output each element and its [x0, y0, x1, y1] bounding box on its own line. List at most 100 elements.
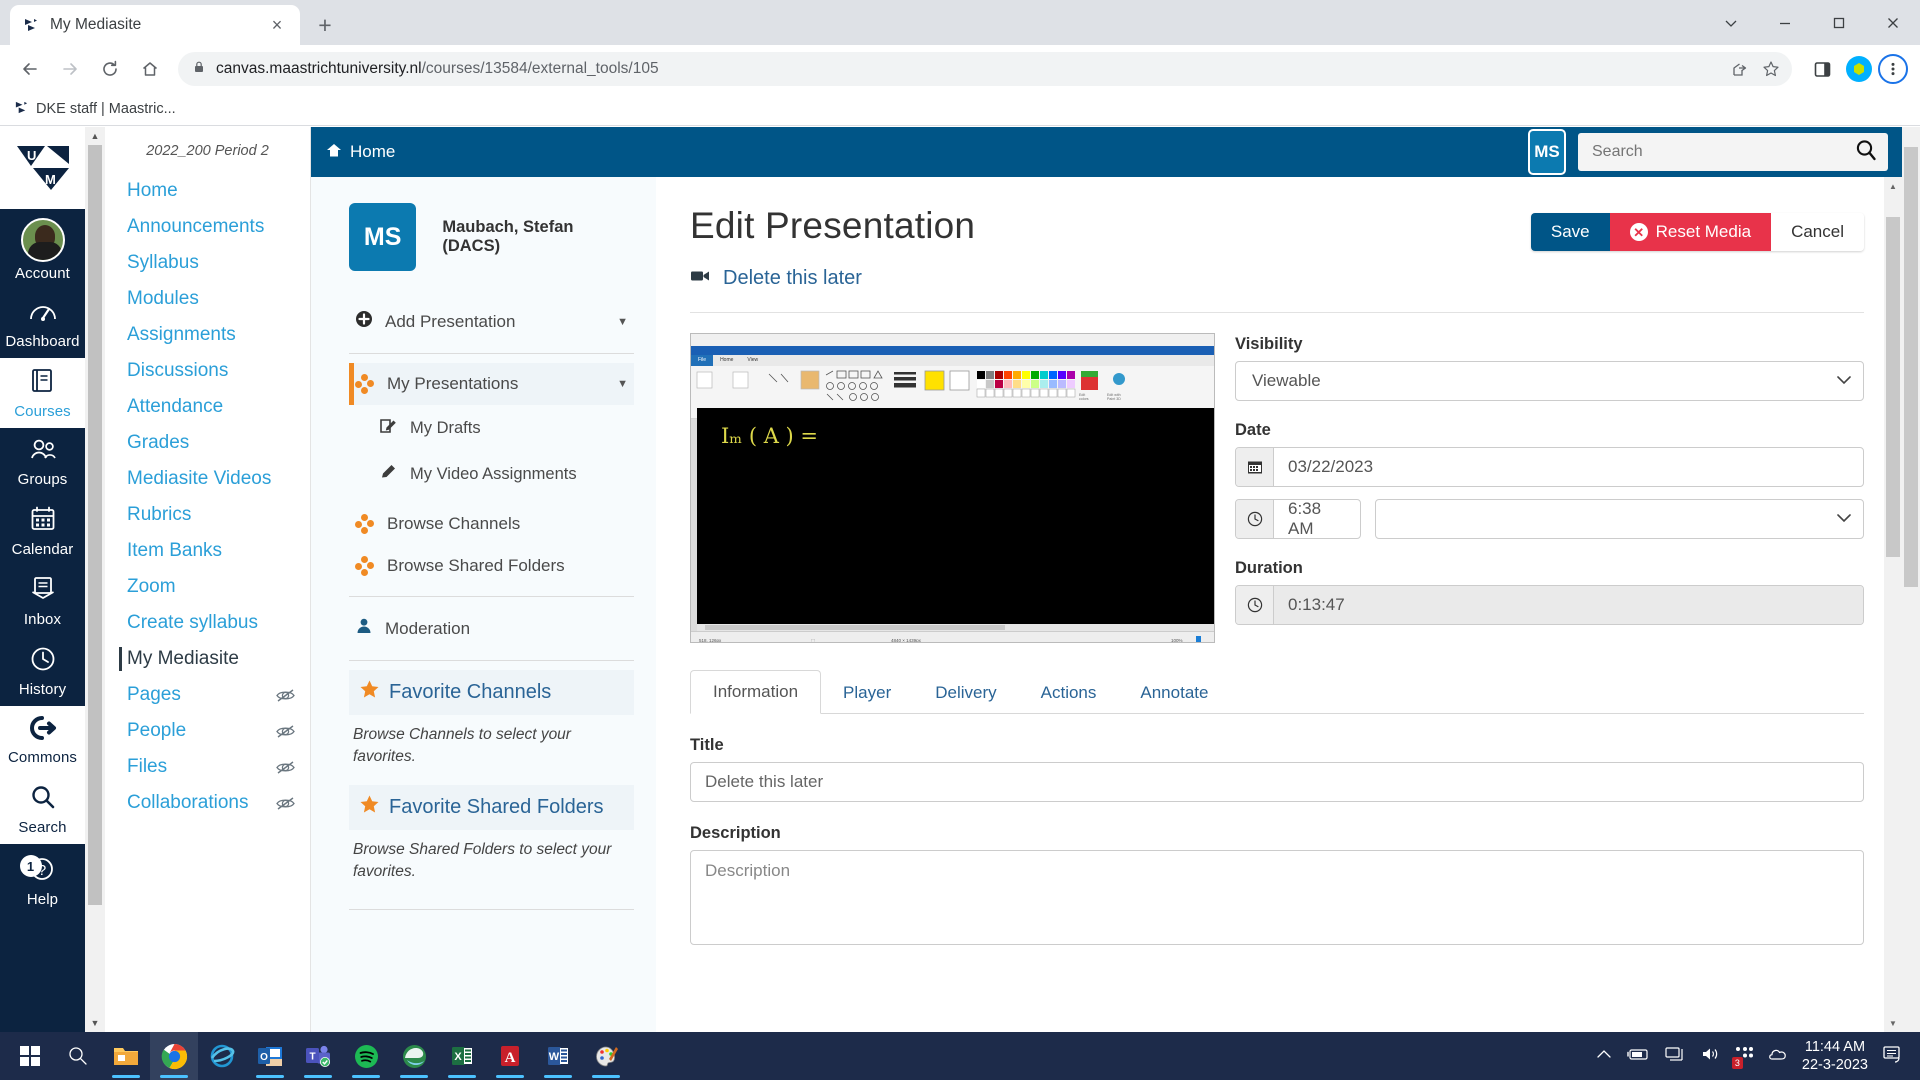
- address-bar[interactable]: canvas.maastrichtuniversity.nl/courses/1…: [178, 52, 1792, 86]
- scrollbar-track[interactable]: [85, 145, 105, 1014]
- reload-icon[interactable]: [92, 51, 128, 87]
- sidebar-item-zoom[interactable]: Zoom: [105, 569, 310, 605]
- new-tab-button[interactable]: +: [308, 8, 342, 42]
- scrollbar-thumb[interactable]: [88, 145, 102, 905]
- sidebar-item-my-drafts[interactable]: My Drafts: [349, 405, 634, 451]
- word-icon[interactable]: W: [534, 1032, 582, 1080]
- sidebar-item-history[interactable]: History: [0, 636, 85, 706]
- mediasite-search[interactable]: [1578, 133, 1888, 171]
- sidebar-item-announcements[interactable]: Announcements: [105, 209, 310, 245]
- calendar-icon[interactable]: [1236, 448, 1274, 486]
- minimize-icon[interactable]: [1758, 0, 1812, 45]
- sidebar-item-mediasite-videos[interactable]: Mediasite Videos: [105, 461, 310, 497]
- reset-media-button[interactable]: ✕ Reset Media: [1609, 213, 1772, 251]
- search-icon[interactable]: [1854, 138, 1878, 167]
- sidebar-item-item-banks[interactable]: Item Banks: [105, 533, 310, 569]
- maximize-icon[interactable]: [1812, 0, 1866, 45]
- sidebar-item-create-syllabus[interactable]: Create syllabus: [105, 605, 310, 641]
- sidebar-item-home[interactable]: Home: [105, 173, 310, 209]
- share-icon[interactable]: [1724, 54, 1754, 84]
- sidebar-item-my-mediasite[interactable]: My Mediasite: [105, 641, 310, 677]
- home-icon[interactable]: [132, 51, 168, 87]
- search-icon[interactable]: [54, 1032, 102, 1080]
- teams-tray-icon[interactable]: 3: [1731, 1046, 1754, 1069]
- edge-icon[interactable]: [390, 1032, 438, 1080]
- chevron-down-icon[interactable]: ▼: [617, 378, 628, 390]
- sidebar-item-modules[interactable]: Modules: [105, 281, 310, 317]
- windows-start-icon[interactable]: [6, 1032, 54, 1080]
- title-input[interactable]: Delete this later: [690, 762, 1864, 802]
- mediasite-user-avatar[interactable]: MS: [1528, 129, 1566, 175]
- sidebar-item-attendance[interactable]: Attendance: [105, 389, 310, 425]
- visibility-select[interactable]: Viewable: [1235, 361, 1864, 401]
- forward-icon[interactable]: [52, 51, 88, 87]
- scroll-down-icon[interactable]: ▼: [1884, 1014, 1902, 1032]
- cancel-button[interactable]: Cancel: [1771, 213, 1864, 251]
- scroll-up-icon[interactable]: ▲: [85, 127, 105, 145]
- um-logo[interactable]: U M: [0, 127, 85, 209]
- sidebar-item-people[interactable]: People: [105, 713, 310, 749]
- sidebar-item-my-presentations[interactable]: My Presentations ▼: [349, 363, 634, 405]
- scroll-up-icon[interactable]: ▲: [1884, 177, 1902, 195]
- presentation-thumbnail[interactable]: File Home View Edit colors Edit with Pai…: [690, 333, 1215, 643]
- sidebar-item-my-video-assignments[interactable]: My Video Assignments: [349, 451, 634, 497]
- taskbar-clock[interactable]: 11:44 AM 22-3-2023: [1802, 1038, 1868, 1074]
- sidebar-item-grades[interactable]: Grades: [105, 425, 310, 461]
- spotify-icon[interactable]: [342, 1032, 390, 1080]
- close-icon[interactable]: [1866, 0, 1920, 45]
- mediasite-scrollbar[interactable]: ▲ ▼: [1884, 177, 1902, 1032]
- sidebar-item-account[interactable]: Account: [0, 209, 85, 290]
- tab-information[interactable]: Information: [690, 670, 822, 714]
- date-value[interactable]: 03/22/2023: [1274, 448, 1863, 486]
- presentation-link[interactable]: Delete this later: [690, 267, 1864, 290]
- sidebar-item-dashboard[interactable]: Dashboard: [0, 290, 85, 358]
- page-scrollbar[interactable]: [1902, 127, 1920, 1032]
- sidebar-item-inbox[interactable]: Inbox: [0, 566, 85, 636]
- favorite-channels-header[interactable]: Favorite Channels: [349, 670, 634, 715]
- battery-charging-icon[interactable]: [1626, 1047, 1650, 1066]
- tab-annotate[interactable]: Annotate: [1118, 672, 1230, 714]
- sidebar-item-pages[interactable]: Pages: [105, 677, 310, 713]
- sidebar-item-courses[interactable]: Courses: [0, 358, 85, 428]
- bookmark-item[interactable]: DKE staff | Maastric...: [14, 100, 176, 119]
- side-panel-icon[interactable]: [1804, 51, 1840, 87]
- adobe-acrobat-icon[interactable]: A: [486, 1032, 534, 1080]
- mediasite-home-link[interactable]: Home: [325, 141, 395, 164]
- profile-avatar[interactable]: [1846, 56, 1872, 82]
- sidebar-item-collaborations[interactable]: Collaborations: [105, 785, 310, 821]
- outlook-icon[interactable]: O: [246, 1032, 294, 1080]
- tab-delivery[interactable]: Delivery: [913, 672, 1018, 714]
- favorite-shared-folders-header[interactable]: Favorite Shared Folders: [349, 784, 634, 830]
- search-input[interactable]: [1592, 143, 1854, 161]
- onedrive-icon[interactable]: [1768, 1046, 1788, 1067]
- clock-icon[interactable]: [1236, 500, 1274, 538]
- time-input-group[interactable]: 6:38 AM: [1235, 499, 1361, 539]
- course-nav-scrollbar[interactable]: ▲ ▼: [85, 127, 105, 1032]
- save-button[interactable]: Save: [1530, 213, 1610, 251]
- sidebar-item-rubrics[interactable]: Rubrics: [105, 497, 310, 533]
- date-input-group[interactable]: 03/22/2023: [1235, 447, 1864, 487]
- excel-icon[interactable]: X: [438, 1032, 486, 1080]
- sidebar-item-moderation[interactable]: Moderation: [349, 606, 634, 651]
- description-textarea[interactable]: Description: [690, 850, 1864, 945]
- time-value[interactable]: 6:38 AM: [1274, 500, 1360, 538]
- sidebar-item-discussions[interactable]: Discussions: [105, 353, 310, 389]
- sidebar-item-search[interactable]: Search: [0, 774, 85, 844]
- three-dots-icon[interactable]: [1878, 54, 1908, 84]
- chevron-down-icon[interactable]: [1704, 0, 1758, 45]
- sidebar-item-syllabus[interactable]: Syllabus: [105, 245, 310, 281]
- sidebar-item-calendar[interactable]: Calendar: [0, 496, 85, 566]
- back-icon[interactable]: [12, 51, 48, 87]
- sidebar-item-groups[interactable]: Groups: [0, 428, 85, 496]
- microsoft-teams-icon[interactable]: T: [294, 1032, 342, 1080]
- tab-actions[interactable]: Actions: [1019, 672, 1119, 714]
- sidebar-item-browse-shared-folders[interactable]: Browse Shared Folders: [349, 545, 634, 587]
- sidebar-item-browse-channels[interactable]: Browse Channels: [349, 503, 634, 545]
- scroll-down-icon[interactable]: ▼: [85, 1014, 105, 1032]
- sidebar-item-files[interactable]: Files: [105, 749, 310, 785]
- timezone-select[interactable]: [1375, 499, 1864, 539]
- file-explorer-icon[interactable]: [102, 1032, 150, 1080]
- sidebar-item-commons[interactable]: Commons: [0, 706, 85, 774]
- scrollbar-thumb[interactable]: [1904, 147, 1918, 587]
- notification-icon[interactable]: [1882, 1044, 1904, 1069]
